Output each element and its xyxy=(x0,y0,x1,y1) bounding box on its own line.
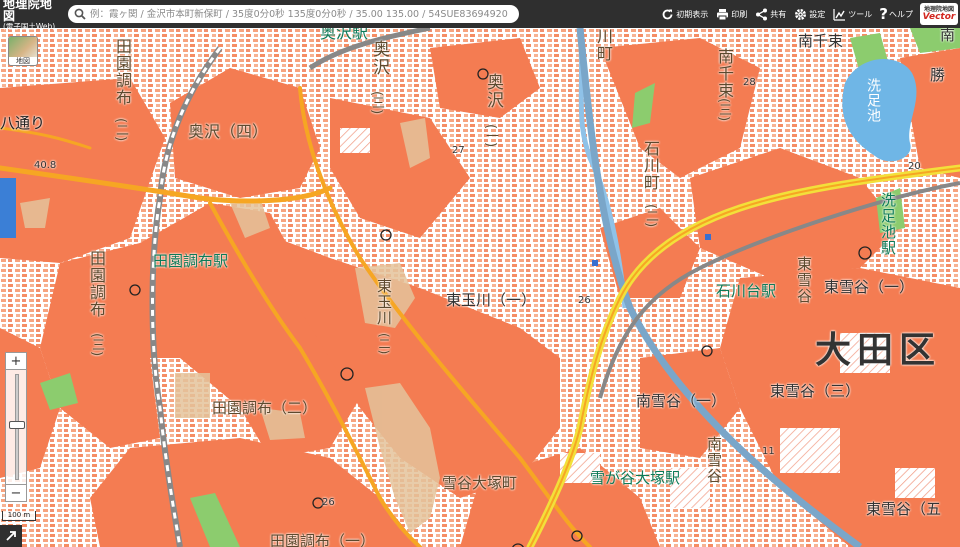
reset-view-button[interactable]: 初期表示 xyxy=(660,7,708,21)
higashi-tamagawa-2-label: 東玉川 xyxy=(375,278,393,326)
print-label: 印刷 xyxy=(731,9,748,19)
zoom-in-button[interactable]: + xyxy=(5,352,27,370)
okusawa-1-label: 奥沢 xyxy=(483,73,503,109)
den-chofu-2-label: 田園調布 xyxy=(113,38,132,106)
ishikawadai-station-label: 石川台駅 xyxy=(716,282,777,300)
minami-yukigaya-1-label: 南雪谷（一） xyxy=(636,392,727,410)
elevation-28: 28 xyxy=(743,77,756,88)
den-chofu-station-label: 田園調布駅 xyxy=(153,252,229,270)
ishikawa-label: 石川町 xyxy=(641,140,660,191)
minami-senzoku-3-num: (三) xyxy=(716,98,731,122)
kawa-machi-label: 川町 xyxy=(594,28,613,62)
gear-icon xyxy=(793,7,807,21)
katsu-label: 勝 xyxy=(930,66,946,84)
minami-yukigaya-label: 南雪谷 xyxy=(705,436,723,484)
share-label: 共有 xyxy=(770,9,787,19)
elevation-11: 11 xyxy=(762,446,775,457)
help-button[interactable]: ? ヘルプ xyxy=(879,4,913,23)
search-input[interactable] xyxy=(90,7,510,21)
brand-title: 地理院地図 xyxy=(3,0,53,23)
minami-senzoku-label: 南千束 xyxy=(798,32,844,50)
senzoku-ike-label: 洗足池 xyxy=(865,78,881,123)
higashi-yukigaya-1-label: 東雪谷（一） xyxy=(824,278,915,296)
expand-button[interactable] xyxy=(0,525,22,547)
okusawa-3-num: (三) xyxy=(369,91,384,115)
zoom-control: + − xyxy=(5,352,27,502)
den-chofu-2b-label: 田園調布（二） xyxy=(212,399,318,417)
okusawa-3-label: 奥沢 xyxy=(369,40,389,76)
elevation-40-8: 40.8 xyxy=(34,160,57,171)
higashi-yukigaya-5-label: 東雪谷（五 xyxy=(866,500,942,518)
zoom-slider-knob[interactable] xyxy=(9,421,25,430)
road-name-label: 八通り xyxy=(0,114,46,132)
den-chofu-3-num: (三) xyxy=(89,333,104,357)
search-icon[interactable] xyxy=(72,6,88,22)
higashi-tamagawa-2-num: (二) xyxy=(377,333,391,355)
search-box xyxy=(68,5,519,23)
elevation-26: 26 xyxy=(578,295,591,306)
tools-label: ツール xyxy=(848,9,873,19)
base-map-button[interactable]: 地図 xyxy=(8,36,38,66)
base-map-thumbnail xyxy=(9,37,37,57)
brand-subtitle: (電子国土Web) xyxy=(3,21,56,31)
map-base-svg xyxy=(0,28,960,547)
share-button[interactable]: 共有 xyxy=(754,7,786,21)
share-icon xyxy=(754,7,768,21)
elevation-26b: 26 xyxy=(322,497,335,508)
app-window: 地理院地図 (電子国土Web) 初期表示 印刷 共有 xyxy=(0,0,960,547)
minami-senzoku-3-label: 南千束 xyxy=(715,48,734,99)
expand-arrow-icon xyxy=(6,531,16,541)
elevation-27: 27 xyxy=(452,145,465,156)
vector-logo[interactable]: 地理院地図 Vector xyxy=(920,3,958,25)
ota-ward-label: 大田区 xyxy=(815,330,942,371)
zoom-slider[interactable] xyxy=(5,370,27,484)
zoom-out-button[interactable]: − xyxy=(5,484,27,502)
tools-button[interactable]: ツール xyxy=(832,7,872,21)
brand-logo[interactable]: 地理院地図 (電子国土Web) xyxy=(0,0,64,31)
top-toolbar: 地理院地図 (電子国土Web) 初期表示 印刷 共有 xyxy=(0,0,960,31)
tama-river-edge xyxy=(0,178,16,238)
senzoku-ike-station-label: 洗足池駅 xyxy=(879,192,897,256)
scale-bar: 100 m xyxy=(2,511,36,521)
help-icon: ? xyxy=(879,4,888,23)
print-button[interactable]: 印刷 xyxy=(715,7,747,21)
higashi-tamagawa-1-label: 東玉川（一） xyxy=(446,291,537,309)
higashi-yukigaya-3-label: 東雪谷（三） xyxy=(770,382,861,400)
help-label: ヘルプ xyxy=(889,9,913,19)
ishikawa-num: (二) xyxy=(643,204,658,228)
okusawa-4-label: 奥沢（四） xyxy=(188,122,269,141)
okusawa-station-label: 奥沢駅 xyxy=(320,28,369,42)
settings-button[interactable]: 設定 xyxy=(793,7,825,21)
vector-logo-bottom: Vector xyxy=(922,11,956,22)
tools-icon xyxy=(832,7,846,21)
okusawa-1-num: (一) xyxy=(483,124,498,148)
higashi-yukigaya-v-label: 東雪谷 xyxy=(795,256,813,304)
settings-label: 設定 xyxy=(809,9,826,19)
elevation-20: 20 xyxy=(908,161,921,172)
tool-menu: 初期表示 印刷 共有 設定 ツール ? ヘルプ 地理院地図 Vector xyxy=(660,0,960,28)
map-canvas[interactable]: 奥沢駅 奥沢 (三) 奥沢（四） 奥沢 (一) 八通り 田園調布 (二) 田園調… xyxy=(0,28,960,547)
kugahara-label: 南 xyxy=(940,28,956,44)
den-chofu-3-label: 田園調布 xyxy=(87,250,106,318)
print-icon xyxy=(715,7,729,21)
yukigaya-otsuka-station-label: 雪が谷大塚駅 xyxy=(590,469,681,487)
den-chofu-1b-label: 田園調布（一） xyxy=(270,532,376,547)
reset-icon xyxy=(660,7,674,21)
base-map-label: 地図 xyxy=(16,57,30,65)
yukigaya-otsuka-label: 雪谷大塚町 xyxy=(442,474,518,492)
den-chofu-2-num: (二) xyxy=(113,118,128,142)
reset-view-label: 初期表示 xyxy=(676,9,709,19)
